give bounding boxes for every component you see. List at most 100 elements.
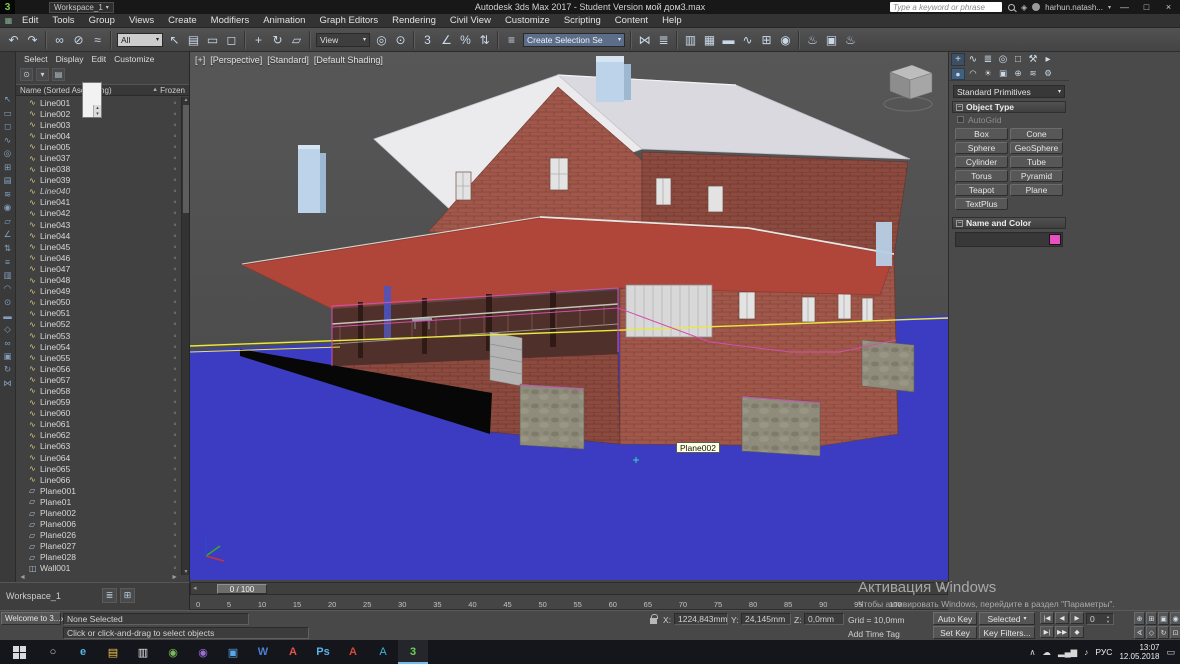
add-time-tag[interactable]: Add Time Tag: [848, 629, 900, 639]
category-space-warps[interactable]: ≋: [1026, 68, 1040, 80]
frozen-toggle-icon[interactable]: ∘: [169, 498, 181, 506]
scene-object-row[interactable]: ∿ Line061 ∘: [16, 419, 181, 430]
frozen-toggle-icon[interactable]: ∘: [169, 265, 181, 273]
selection-set-dropdown[interactable]: Selected ▾: [979, 612, 1035, 625]
scene-object-row[interactable]: ∿ Line055 ∘: [16, 352, 181, 363]
object-type-torus[interactable]: Torus: [955, 170, 1008, 182]
frozen-toggle-icon[interactable]: ∘: [169, 143, 181, 151]
object-type-cylinder[interactable]: Cylinder: [955, 156, 1008, 168]
snaps-toggle-icon[interactable]: 3: [418, 30, 437, 50]
spinner-snap-toggle-icon[interactable]: ⇅: [475, 30, 494, 50]
menu-content[interactable]: Content: [608, 14, 655, 27]
scene-object-row[interactable]: ▱ Plane001 ∘: [16, 485, 181, 496]
frozen-toggle-icon[interactable]: ∘: [169, 387, 181, 395]
taskbar-autocad-icon[interactable]: A: [368, 640, 398, 664]
taskbar-search-icon[interactable]: ○: [38, 640, 68, 664]
scroll-left-icon[interactable]: ◄: [19, 574, 26, 581]
taskbar-photoshop-icon[interactable]: Ps: [308, 640, 338, 664]
workspace-icon[interactable]: ▦: [2, 16, 15, 25]
use-pivot-point-center-icon[interactable]: ◎: [372, 30, 391, 50]
minimize-button[interactable]: —: [1116, 2, 1133, 12]
select-and-link-icon[interactable]: ∞: [50, 30, 69, 50]
scene-object-row[interactable]: ∿ Line047 ∘: [16, 263, 181, 274]
select-and-rotate-icon[interactable]: ↻: [268, 30, 287, 50]
explorer-menu-customize[interactable]: Customize: [110, 54, 158, 64]
frozen-toggle-icon[interactable]: ∘: [169, 354, 181, 362]
field-of-view-icon[interactable]: ∢: [1134, 626, 1145, 639]
sort-icon[interactable]: ▤: [52, 68, 65, 81]
dropdown-popup[interactable]: ▴ ▾: [82, 82, 102, 118]
action-center-icon[interactable]: ▭: [1166, 647, 1175, 658]
perspective-viewport[interactable]: [+] [Perspective] [Standard] [Default Shadi…: [190, 52, 948, 582]
frozen-toggle-icon[interactable]: ∘: [169, 276, 181, 284]
undo-icon[interactable]: ↶: [4, 30, 23, 50]
category-cameras[interactable]: ▣: [996, 68, 1010, 80]
select-by-name-icon[interactable]: ▤: [184, 30, 203, 50]
frozen-toggle-icon[interactable]: ∘: [169, 298, 181, 306]
align-icon[interactable]: ≣: [654, 30, 673, 50]
frozen-toggle-icon[interactable]: ∘: [169, 254, 181, 262]
frozen-toggle-icon[interactable]: ∘: [169, 121, 181, 129]
menu-group[interactable]: Group: [82, 14, 122, 27]
scene-object-row[interactable]: ▱ Plane006 ∘: [16, 519, 181, 530]
3ds-max-logo-icon[interactable]: 3: [0, 0, 15, 14]
frozen-toggle-icon[interactable]: ∘: [169, 243, 181, 251]
scene-object-row[interactable]: ∿ Line046 ∘: [16, 252, 181, 263]
category-shapes[interactable]: ◠: [966, 68, 980, 80]
find-icon[interactable]: ⊙: [20, 68, 33, 81]
dock-tool-icon[interactable]: ≡: [2, 256, 14, 267]
frozen-toggle-icon[interactable]: ∘: [169, 376, 181, 384]
time-slider-handle[interactable]: 0 / 100: [217, 584, 267, 594]
menu-scripting[interactable]: Scripting: [557, 14, 608, 27]
scene-object-row[interactable]: ∿ Line066 ∘: [16, 474, 181, 485]
dock-tool-icon[interactable]: ▭: [2, 108, 14, 119]
autogrid-checkbox[interactable]: [957, 116, 964, 123]
viewport-menu-shading[interactable]: [Default Shading]: [314, 55, 383, 65]
menu-views[interactable]: Views: [122, 14, 161, 27]
schematic-view-icon[interactable]: ⊞: [757, 30, 776, 50]
hidden-icons-chevron[interactable]: ∧: [1029, 647, 1035, 658]
taskbar-file-explorer-icon[interactable]: ▤: [98, 640, 128, 664]
cloud-icon[interactable]: ☁: [1043, 647, 1052, 658]
dock-tool-icon[interactable]: ◎: [2, 148, 14, 159]
object-color-swatch[interactable]: [1049, 234, 1061, 245]
frozen-toggle-icon[interactable]: ∘: [169, 409, 181, 417]
scene-object-row[interactable]: ▱ Plane01 ∘: [16, 496, 181, 507]
menu-graph-editors[interactable]: Graph Editors: [312, 14, 385, 27]
select-and-manipulate-icon[interactable]: ⊙: [391, 30, 410, 50]
object-type-pyramid[interactable]: Pyramid: [1010, 170, 1063, 182]
frozen-toggle-icon[interactable]: ∘: [169, 542, 181, 550]
menu-edit[interactable]: Edit: [15, 14, 45, 27]
object-type-sphere[interactable]: Sphere: [955, 142, 1008, 154]
scene-object-row[interactable]: ∿ Line005 ∘: [16, 141, 181, 152]
key-mode-toggle-button[interactable]: ◆: [1070, 626, 1084, 638]
scene-object-row[interactable]: ∿ Line065 ∘: [16, 463, 181, 474]
frozen-toggle-icon[interactable]: ∘: [169, 365, 181, 373]
track-bar[interactable]: 0 5 10 15 20 25 30 35 40 45 50 55 60 65 70 75 80 85 90 95 10…: [190, 595, 948, 610]
frozen-toggle-icon[interactable]: ∘: [169, 431, 181, 439]
spinner-arrows-icon[interactable]: ▲ ▼: [1106, 614, 1110, 624]
scene-object-row[interactable]: ∿ Line043 ∘: [16, 219, 181, 230]
dock-tool-icon[interactable]: ∠: [2, 229, 14, 240]
frozen-toggle-icon[interactable]: ∘: [169, 454, 181, 462]
orbit-icon[interactable]: ↻: [1158, 626, 1169, 639]
scene-object-row[interactable]: ∿ Line041 ∘: [16, 197, 181, 208]
object-type-box[interactable]: Box: [955, 128, 1008, 140]
taskbar-chrome-icon[interactable]: ◉: [158, 640, 188, 664]
dock-tool-icon[interactable]: ▤: [2, 175, 14, 186]
dock-tool-icon[interactable]: ↻: [2, 364, 14, 375]
scene-object-row[interactable]: ∿ Line050 ∘: [16, 297, 181, 308]
frozen-toggle-icon[interactable]: ∘: [169, 110, 181, 118]
zoom-all-icon[interactable]: ⊞: [1146, 612, 1157, 625]
scene-object-row[interactable]: ∿ Line048 ∘: [16, 275, 181, 286]
avatar[interactable]: [1032, 3, 1041, 11]
window-crossing-toggle-icon[interactable]: ◻: [222, 30, 241, 50]
viewport-menu-standard[interactable]: [Standard]: [267, 55, 309, 65]
menu-customize[interactable]: Customize: [498, 14, 557, 27]
viewport-menu-pov[interactable]: [Perspective]: [210, 55, 262, 65]
viewport-3d-scene[interactable]: [190, 52, 948, 582]
taskbar-photos-icon[interactable]: ▣: [218, 640, 248, 664]
selection-filter-dropdown[interactable]: All ▾: [117, 32, 163, 47]
tab-display[interactable]: □: [1011, 53, 1025, 66]
select-and-scale-icon[interactable]: ▱: [287, 30, 306, 50]
